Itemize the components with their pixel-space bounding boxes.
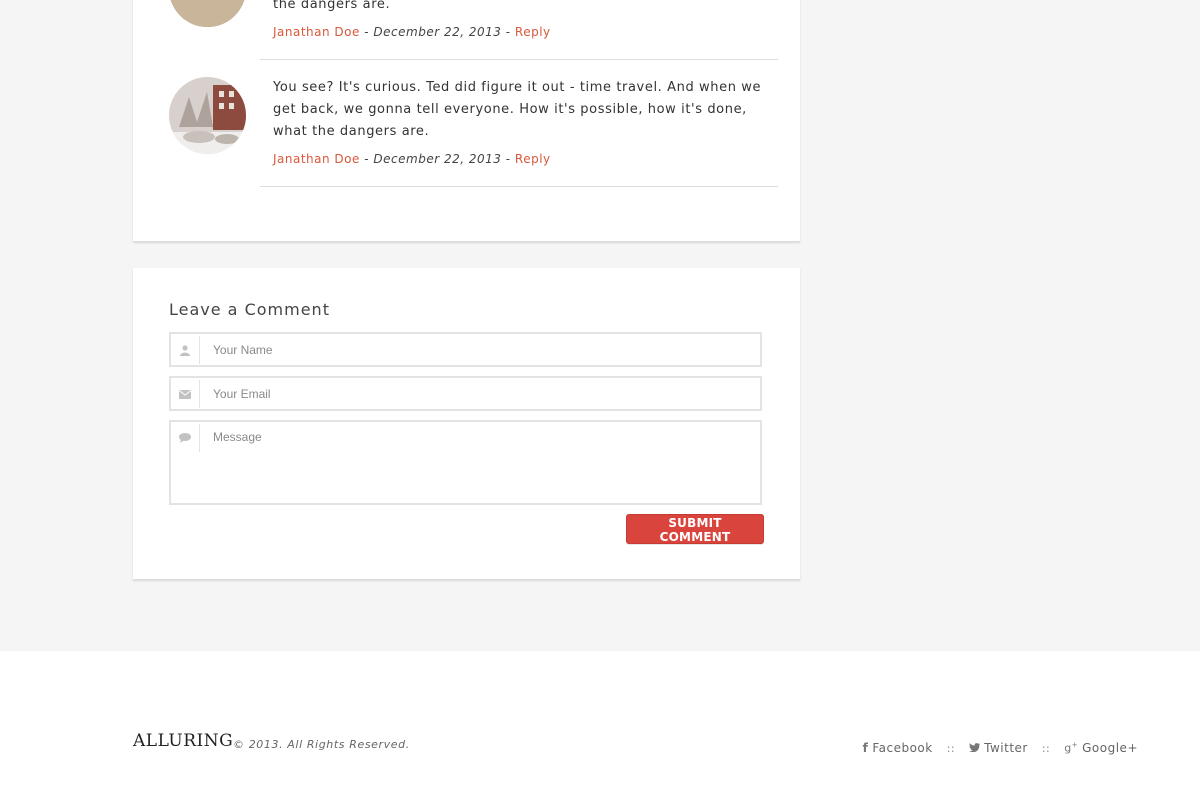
message-input[interactable] bbox=[211, 428, 755, 502]
email-input[interactable] bbox=[211, 378, 755, 410]
meta-separator: - bbox=[364, 152, 370, 166]
twitter-label: Twitter bbox=[984, 741, 1028, 755]
comment-item: the dangers are. Janathan Doe - December… bbox=[169, 0, 778, 60]
comment-meta: Janathan Doe - December 22, 2013 - Reply bbox=[273, 25, 551, 39]
avatar bbox=[169, 77, 246, 154]
facebook-link[interactable]: f Facebook bbox=[863, 741, 933, 755]
speech-bubble-icon bbox=[171, 424, 200, 452]
comment-form-card: Leave a Comment SUBMIT COMMENT bbox=[133, 268, 800, 580]
comment-date: December 22, 2013 bbox=[373, 25, 502, 39]
facebook-label: Facebook bbox=[872, 741, 933, 755]
meta-separator: - bbox=[505, 25, 511, 39]
footer: ALLURING © 2013. All Rights Reserved. f … bbox=[0, 651, 1200, 800]
comment-date: December 22, 2013 bbox=[373, 152, 502, 166]
comment-author-link[interactable]: Janathan Doe bbox=[273, 152, 360, 166]
user-icon bbox=[171, 336, 200, 364]
social-separator: :: bbox=[946, 741, 956, 755]
google-plus-link[interactable]: g+ Google+ bbox=[1064, 741, 1138, 755]
reply-link[interactable]: Reply bbox=[515, 25, 551, 39]
comment-text: You see? It's curious. Ted did figure it… bbox=[273, 80, 762, 139]
google-plus-icon: g+ bbox=[1064, 741, 1079, 755]
google-plus-label: Google+ bbox=[1082, 741, 1138, 755]
name-field bbox=[169, 332, 762, 367]
copyright-text: © 2013. All Rights Reserved. bbox=[233, 738, 410, 751]
comments-card: the dangers are. Janathan Doe - December… bbox=[133, 0, 800, 242]
email-field bbox=[169, 376, 762, 411]
twitter-icon bbox=[969, 741, 981, 755]
submit-comment-button[interactable]: SUBMIT COMMENT bbox=[626, 514, 764, 544]
reply-link[interactable]: Reply bbox=[515, 152, 551, 166]
social-links: f Facebook :: Twitter :: g+ Google+ bbox=[863, 741, 1138, 755]
twitter-link[interactable]: Twitter bbox=[969, 741, 1028, 755]
meta-separator: - bbox=[505, 152, 511, 166]
comment-divider bbox=[260, 59, 778, 60]
meta-separator: - bbox=[364, 25, 370, 39]
facebook-icon: f bbox=[862, 741, 869, 755]
comment-item: You see? It's curious. Ted did figure it… bbox=[169, 77, 778, 187]
message-field bbox=[169, 420, 762, 505]
avatar bbox=[169, 0, 246, 27]
form-title: Leave a Comment bbox=[169, 300, 330, 319]
footer-logo[interactable]: ALLURING bbox=[133, 731, 233, 751]
comment-meta: Janathan Doe - December 22, 2013 - Reply bbox=[273, 152, 551, 166]
comment-text: the dangers are. bbox=[273, 0, 391, 12]
social-separator: :: bbox=[1041, 741, 1051, 755]
name-input[interactable] bbox=[211, 334, 755, 366]
envelope-icon bbox=[171, 380, 200, 408]
comment-author-link[interactable]: Janathan Doe bbox=[273, 25, 360, 39]
comment-divider bbox=[260, 186, 778, 187]
